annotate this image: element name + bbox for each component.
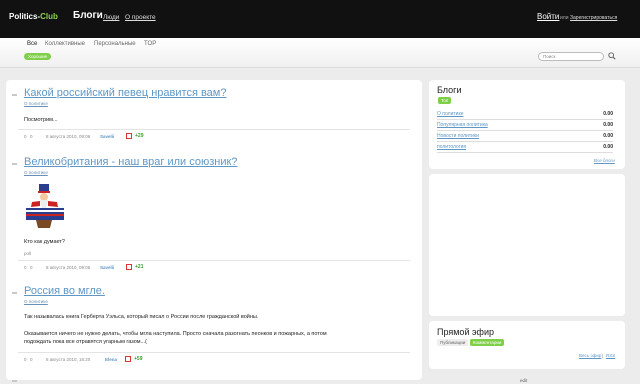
- live-widget-title: Прямой эфир: [437, 327, 494, 337]
- post-body: Кто как думает?: [24, 239, 65, 245]
- divider: [18, 129, 410, 130]
- empty-widget: [429, 174, 625, 316]
- register-link[interactable]: Зарегистрироваться: [570, 15, 617, 21]
- post-marker: [12, 94, 17, 96]
- nav-link-people[interactable]: Люди: [103, 14, 119, 21]
- or-text: или: [560, 15, 569, 21]
- post-title[interactable]: Россия во мгле.: [24, 285, 105, 297]
- post-score: +29: [135, 133, 144, 139]
- post-body-paragraph: подождать пока все отравятся угарным газ…: [24, 339, 147, 345]
- all-blogs-link[interactable]: Все блоги: [594, 158, 615, 163]
- post-date: 8 августа 2010, 09:06: [46, 134, 91, 139]
- post-category[interactable]: О политике: [24, 101, 48, 106]
- filter-good-pill[interactable]: Хорошие: [24, 53, 52, 60]
- blog-row[interactable]: политология 0.00: [437, 142, 613, 153]
- site-logo[interactable]: Politics-Club: [9, 12, 58, 21]
- post-category[interactable]: О политике: [24, 170, 48, 175]
- blog-rating: 0.00: [603, 144, 613, 150]
- login-link[interactable]: Войти: [537, 12, 559, 21]
- top-header: Politics-Club Блоги Люди О проекте Войти…: [0, 0, 640, 38]
- rss-link[interactable]: RSS: [606, 353, 615, 358]
- section-title: Блоги: [73, 10, 103, 21]
- post-body-paragraph: Оказывается ничего не нужно делать, чтоб…: [24, 331, 327, 337]
- blog-row[interactable]: Новости политики 0.00: [437, 131, 613, 142]
- post-comments: 0: [30, 357, 33, 362]
- post-marker: [12, 163, 17, 165]
- all-live-link[interactable]: Весь эфир: [579, 353, 601, 358]
- rating-icon: [126, 133, 132, 139]
- post-body-paragraph: Так называлась книга Герберта Уэльса, ко…: [24, 314, 259, 320]
- rating-icon: [125, 356, 131, 362]
- logo-accent-text: Club: [40, 12, 58, 21]
- live-tab-comments[interactable]: Комментарии: [470, 339, 505, 346]
- post-author[interactable]: Savelii: [100, 134, 114, 139]
- search-input[interactable]: Поиск: [538, 52, 604, 61]
- post-votes: 0: [24, 134, 27, 139]
- blog-rating: 0.00: [603, 111, 613, 117]
- post-marker: [12, 380, 17, 382]
- blog-name[interactable]: политология: [437, 144, 466, 150]
- divider: [18, 352, 410, 353]
- tab-all[interactable]: Все: [27, 41, 37, 47]
- post-title[interactable]: Великобритания - наш враг или союзник?: [24, 156, 237, 168]
- post-title[interactable]: Какой российский певец нравится вам?: [24, 87, 226, 99]
- post-score: +59: [134, 356, 143, 362]
- post-score: +21: [135, 264, 144, 270]
- blog-rating: 0.00: [603, 133, 613, 139]
- blogs-widget-title: Блоги: [437, 85, 462, 95]
- post-date: 8 августа 2010, 09:05: [46, 265, 91, 270]
- tab-personal[interactable]: Персональные: [94, 41, 136, 47]
- post-extra: poll: [24, 251, 32, 256]
- post-marker: [12, 292, 17, 294]
- live-tab-publications[interactable]: Публикации: [437, 339, 469, 346]
- post-votes: 0: [24, 265, 27, 270]
- post-date: 6 августа 2010, 16:20: [46, 357, 91, 362]
- blog-rating: 0.00: [603, 122, 613, 128]
- blogs-top-pill[interactable]: Топ: [438, 97, 452, 104]
- blog-name[interactable]: Новости политики: [437, 133, 479, 139]
- divider: [18, 260, 410, 261]
- post-body: Посмотрим...: [24, 117, 58, 123]
- footer-stub: edit: [520, 378, 528, 383]
- post-comments: 0: [30, 134, 33, 139]
- nav-link-about[interactable]: О проекте: [125, 14, 156, 21]
- logo-text: Politics-: [9, 12, 41, 21]
- post-comments: 0: [30, 265, 33, 270]
- blog-name[interactable]: Популярная политика: [437, 122, 488, 128]
- blog-row[interactable]: Популярная политика 0.00: [437, 120, 613, 131]
- search-icon[interactable]: [608, 52, 616, 60]
- blog-name[interactable]: О политике: [437, 111, 463, 117]
- tab-collective[interactable]: Коллективные: [45, 41, 85, 47]
- post-author[interactable]: Elena: [105, 357, 117, 362]
- uncle-sam-image: [26, 184, 64, 228]
- sub-navigation: Все Коллективные Персональные TOP Хороши…: [0, 38, 640, 68]
- post-category[interactable]: О политике: [24, 299, 48, 304]
- post-author[interactable]: Savelii: [100, 265, 114, 270]
- rating-icon: [126, 264, 132, 270]
- post-votes: 0: [24, 357, 27, 362]
- blog-row[interactable]: О политике 0.00: [437, 109, 613, 120]
- tab-top[interactable]: TOP: [144, 41, 156, 47]
- separator: |: [602, 353, 604, 358]
